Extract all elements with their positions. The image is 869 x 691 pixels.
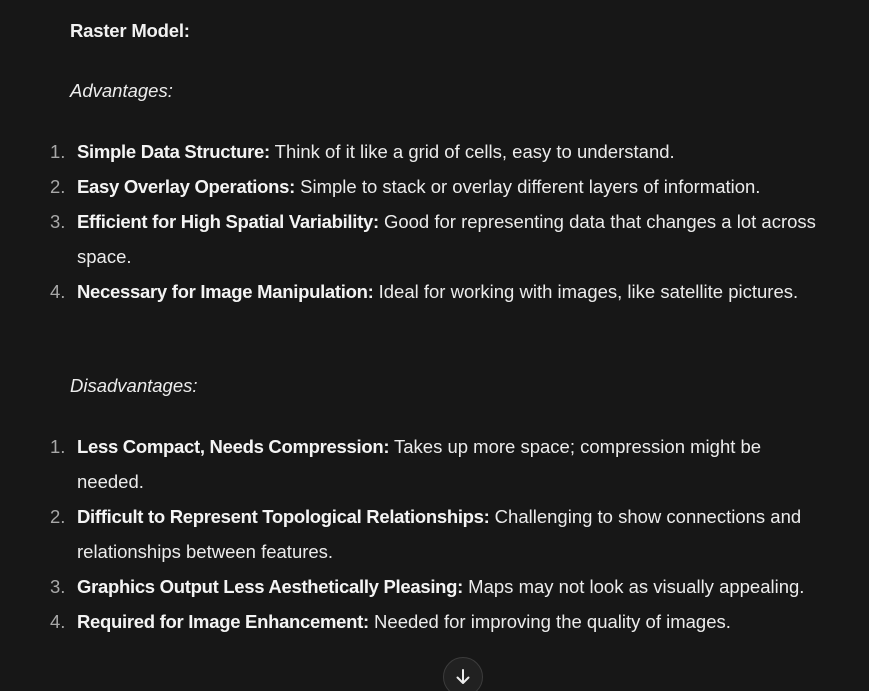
- list-number: 3.: [50, 211, 66, 232]
- list-item: 4. Necessary for Image Manipulation: Idea…: [0, 274, 817, 309]
- advantages-heading: Advantages:: [70, 80, 173, 101]
- scroll-to-bottom-button[interactable]: [443, 657, 483, 691]
- list-term: Efficient for High Spatial Variability:: [77, 211, 379, 232]
- disadvantages-heading: Disadvantages:: [70, 375, 198, 396]
- list-term: Less Compact, Needs Compression:: [77, 436, 390, 457]
- list-description: Simple to stack or overlay different lay…: [295, 176, 761, 197]
- message-content: Raster Model: Advantages: 1. Simple Data …: [0, 0, 869, 691]
- list-item: 1. Simple Data Structure: Think of it lik…: [0, 134, 817, 169]
- list-description: Think of it like a grid of cells, easy t…: [269, 141, 675, 162]
- list-item: 2. Difficult to Represent Topological Rel…: [0, 499, 817, 569]
- list-item: 4. Required for Image Enhancement: Needed…: [0, 604, 817, 639]
- list-term: Easy Overlay Operations:: [77, 176, 295, 197]
- list-item: 3. Graphics Output Less Aesthetically Ple…: [0, 569, 817, 604]
- advantages-list: 1. Simple Data Structure: Think of it lik…: [0, 134, 817, 309]
- list-description: Ideal for working with images, like sate…: [373, 281, 799, 302]
- list-number: 1.: [50, 141, 66, 162]
- list-item: 3. Efficient for High Spatial Variability…: [0, 204, 817, 274]
- list-number: 3.: [50, 576, 66, 597]
- list-number: 1.: [50, 436, 66, 457]
- list-item: 1. Less Compact, Needs Compression: Takes…: [0, 429, 817, 499]
- list-description: Maps may not look as visually appealing.: [463, 576, 805, 597]
- list-item: 2. Easy Overlay Operations: Simple to sta…: [0, 169, 817, 204]
- list-term: Graphics Output Less Aesthetically Pleas…: [77, 576, 464, 597]
- list-number: 4.: [50, 611, 66, 632]
- list-term: Difficult to Represent Topological Relat…: [77, 506, 490, 527]
- list-term: Required for Image Enhancement:: [77, 611, 369, 632]
- list-number: 2.: [50, 506, 66, 527]
- list-description: Needed for improving the quality of imag…: [368, 611, 731, 632]
- list-term: Simple Data Structure:: [77, 141, 270, 162]
- list-number: 4.: [50, 281, 66, 302]
- section-heading: Raster Model:: [70, 20, 190, 41]
- arrow-down-icon: [454, 668, 472, 686]
- list-term: Necessary for Image Manipulation:: [77, 281, 374, 302]
- disadvantages-list: 1. Less Compact, Needs Compression: Takes…: [0, 429, 817, 639]
- list-number: 2.: [50, 176, 66, 197]
